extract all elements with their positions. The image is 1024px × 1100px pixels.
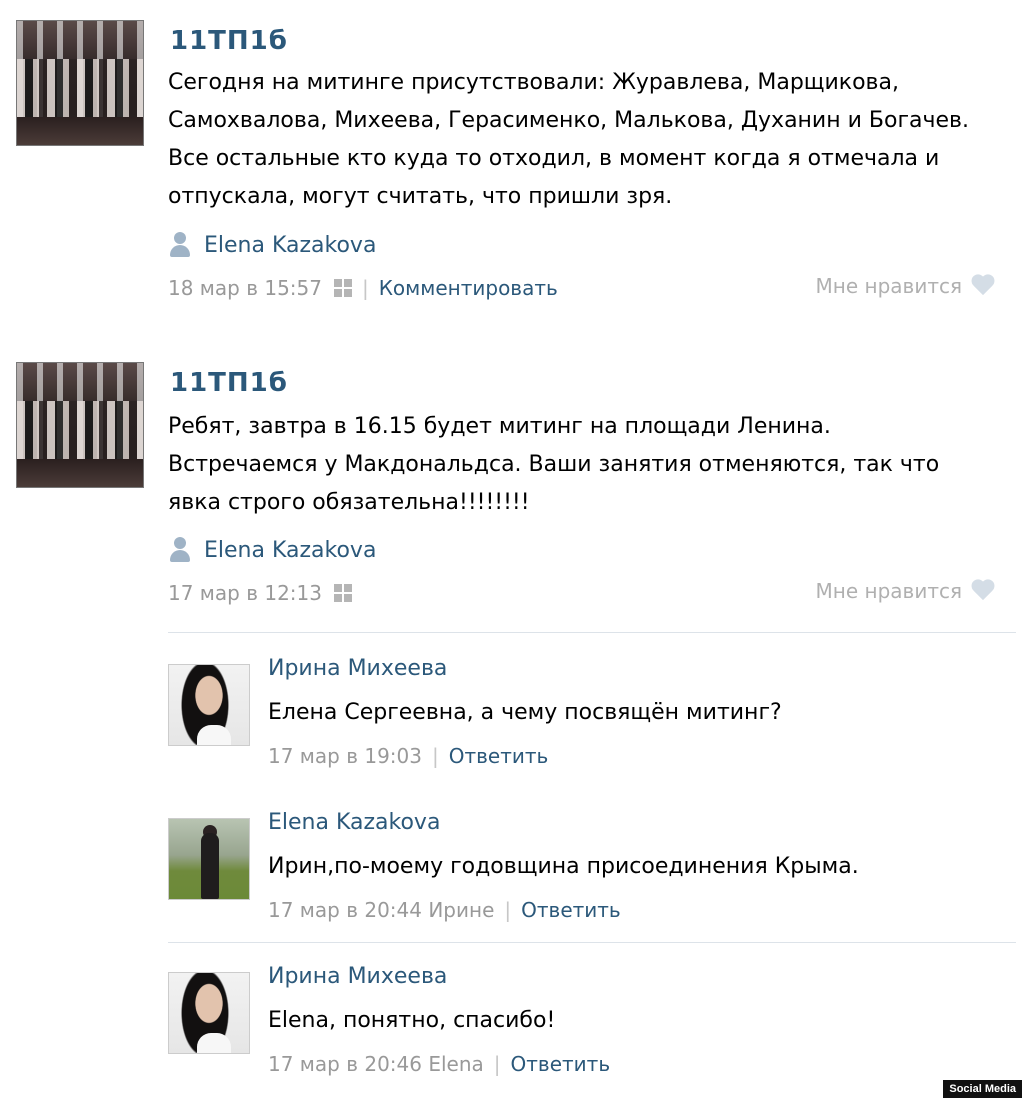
separator: | bbox=[361, 276, 369, 300]
reply-time[interactable]: 17 мар в 19:03 bbox=[268, 744, 422, 768]
post-author[interactable]: Elena Kazakova bbox=[168, 537, 376, 563]
divider bbox=[168, 942, 1016, 943]
separator: | bbox=[493, 1052, 501, 1076]
reply-author-name[interactable]: Elena Kazakova bbox=[268, 810, 440, 835]
like-button[interactable]: Мне нравится bbox=[816, 274, 996, 298]
reply-text: Елена Сергеевна, а чему посвящён митинг? bbox=[268, 700, 782, 725]
watermark-badge: Social Media bbox=[943, 1080, 1022, 1098]
divider bbox=[168, 632, 1016, 633]
separator: | bbox=[431, 744, 439, 768]
post-text: Ребят, завтра в 16.15 будет митинг на пл… bbox=[168, 414, 940, 515]
author-name[interactable]: Elena Kazakova bbox=[204, 233, 376, 258]
reply-button[interactable]: Ответить bbox=[521, 898, 621, 922]
reply-author-name[interactable]: Ирина Михеева bbox=[268, 656, 447, 681]
windows-icon bbox=[333, 584, 352, 602]
reply-button[interactable]: Ответить bbox=[449, 744, 549, 768]
post-meta: 17 мар в 12:13 bbox=[168, 581, 352, 605]
reply-time[interactable]: 17 мар в 20:46 Elena bbox=[268, 1052, 484, 1076]
reply-avatar[interactable] bbox=[168, 972, 250, 1054]
reply-author-name[interactable]: Ирина Михеева bbox=[268, 964, 447, 989]
reply-meta: 17 мар в 20:46 Elena | Ответить bbox=[268, 1052, 610, 1076]
group-avatar[interactable] bbox=[16, 20, 144, 146]
post-meta: 18 мар в 15:57 | Комментировать bbox=[168, 276, 558, 300]
reply-avatar[interactable] bbox=[168, 818, 250, 900]
post-author[interactable]: Elena Kazakova bbox=[168, 232, 376, 258]
reply-button[interactable]: Ответить bbox=[511, 1052, 611, 1076]
post-time[interactable]: 18 мар в 15:57 bbox=[168, 276, 322, 300]
separator: | bbox=[504, 898, 512, 922]
group-photo-crowd bbox=[17, 59, 143, 119]
group-name-link[interactable]: 11ТП1б bbox=[170, 368, 288, 398]
avatar-figure bbox=[201, 833, 219, 899]
comment-button[interactable]: Комментировать bbox=[379, 276, 558, 300]
like-button[interactable]: Мне нравится bbox=[816, 579, 996, 603]
person-icon bbox=[168, 537, 192, 563]
post-text: Сегодня на митинге присутствовали: Журав… bbox=[168, 70, 969, 209]
windows-icon bbox=[333, 279, 352, 297]
avatar-shoulder bbox=[197, 1033, 231, 1053]
group-photo-crowd bbox=[17, 401, 143, 461]
reply-time[interactable]: 17 мар в 20:44 Ирине bbox=[268, 898, 494, 922]
reply-text: Elena, понятно, спасибо! bbox=[268, 1008, 556, 1033]
reply-meta: 17 мар в 19:03 | Ответить bbox=[268, 744, 548, 768]
avatar-shoulder bbox=[197, 725, 231, 745]
reply-avatar[interactable] bbox=[168, 664, 250, 746]
person-icon bbox=[168, 232, 192, 258]
post-time[interactable]: 17 мар в 12:13 bbox=[168, 581, 322, 605]
reply-text: Ирин,по-моему годовщина присоединения Кр… bbox=[268, 854, 859, 879]
like-label: Мне нравится bbox=[815, 579, 962, 603]
reply-meta: 17 мар в 20:44 Ирине | Ответить bbox=[268, 898, 621, 922]
heart-icon bbox=[970, 580, 996, 602]
group-avatar[interactable] bbox=[16, 362, 144, 488]
author-name[interactable]: Elena Kazakova bbox=[204, 538, 376, 563]
like-label: Мне нравится bbox=[815, 274, 962, 298]
group-photo-floor bbox=[17, 459, 143, 487]
group-photo-floor bbox=[17, 117, 143, 145]
group-name-link[interactable]: 11ТП1б bbox=[170, 26, 288, 56]
heart-icon bbox=[970, 275, 996, 297]
